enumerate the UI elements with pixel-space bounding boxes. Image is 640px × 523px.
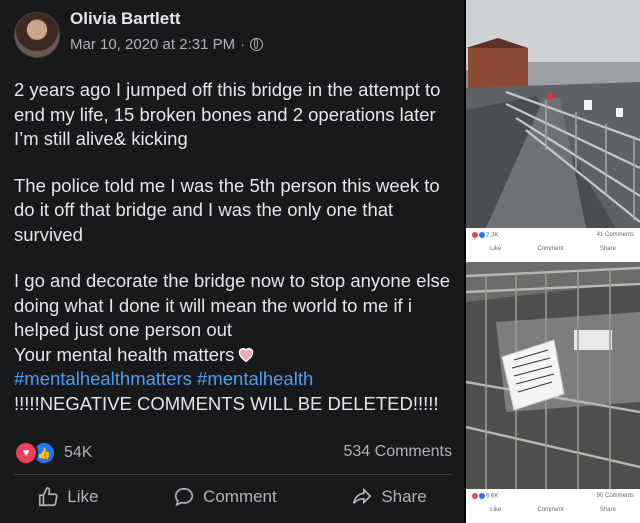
globe-icon (250, 38, 264, 51)
meta-separator: · (240, 36, 246, 53)
photo-1-reactions: 2.3K (486, 232, 499, 239)
photo-2-reaction-bar: 6.6K 90 Comments Like Comment Share (466, 489, 640, 523)
post-meta: Mar 10, 2020 at 2:31 PM · (70, 36, 264, 53)
love-reaction-icon: ♥ (14, 441, 38, 465)
comment-button[interactable]: Comment (163, 478, 287, 516)
photo-1-comments[interactable]: 41 Comments (597, 232, 634, 239)
photo-1-like[interactable]: Like (490, 246, 501, 252)
comment-icon (174, 487, 194, 507)
photo-2-reactions: 6.6K (486, 493, 499, 500)
like-label: Like (67, 487, 99, 506)
divider (14, 474, 452, 475)
author-name[interactable]: Olivia Bartlett (70, 9, 181, 29)
post-paragraph-2: The police told me I was the 5th person … (14, 174, 440, 245)
hashtags[interactable]: #mentalhealthmatters #mentalhealth (14, 367, 454, 392)
photo-2-share[interactable]: Share (600, 507, 616, 513)
mental-health-text: Your mental health matters (14, 343, 235, 365)
bridge-photo-1-image (466, 0, 640, 228)
bridge-photo-2[interactable] (466, 262, 640, 492)
avatar[interactable] (14, 12, 60, 58)
reactions-summary[interactable]: ♥ 👍 54K (14, 441, 92, 465)
comment-label: Comment (203, 487, 277, 506)
heart-emoji (239, 347, 254, 362)
photo-2-comments[interactable]: 90 Comments (597, 493, 634, 500)
facebook-post: Olivia Bartlett Mar 10, 2020 at 2:31 PM … (0, 0, 464, 523)
photo-1-comment[interactable]: Comment (537, 246, 563, 252)
reaction-count: 54K (64, 444, 93, 461)
bridge-photo-2-image (466, 262, 640, 492)
photo-1-reaction-bar: 2.3K 41 Comments Like Comment Share (466, 228, 640, 262)
share-button[interactable]: Share (341, 478, 436, 516)
photo-2-like[interactable]: Like (490, 507, 501, 513)
action-bar: Like Comment Share (0, 478, 464, 516)
mental-health-line: Your mental health matters (14, 343, 454, 368)
post-timestamp[interactable]: Mar 10, 2020 at 2:31 PM (70, 36, 235, 53)
share-label: Share (381, 487, 427, 506)
comments-count[interactable]: 534 Comments (344, 443, 453, 461)
thumbs-up-icon (39, 487, 58, 507)
photo-1-share[interactable]: Share (600, 246, 616, 252)
attached-photos: 2.3K 41 Comments Like Comment Share 6.6K… (466, 0, 640, 523)
warning-text: !!!!!NEGATIVE COMMENTS WILL BE DELETED!!… (14, 392, 439, 414)
post-body: 2 years ago I jumped off this bridge in … (14, 78, 454, 416)
bridge-photo-1[interactable] (466, 0, 640, 228)
like-button[interactable]: Like (27, 478, 108, 516)
post-paragraph-3: I go and decorate the bridge now to stop… (14, 270, 451, 340)
post-paragraph-1: 2 years ago I jumped off this bridge in … (14, 79, 441, 149)
photo-2-comment[interactable]: Comment (537, 507, 563, 513)
share-icon (353, 487, 372, 505)
